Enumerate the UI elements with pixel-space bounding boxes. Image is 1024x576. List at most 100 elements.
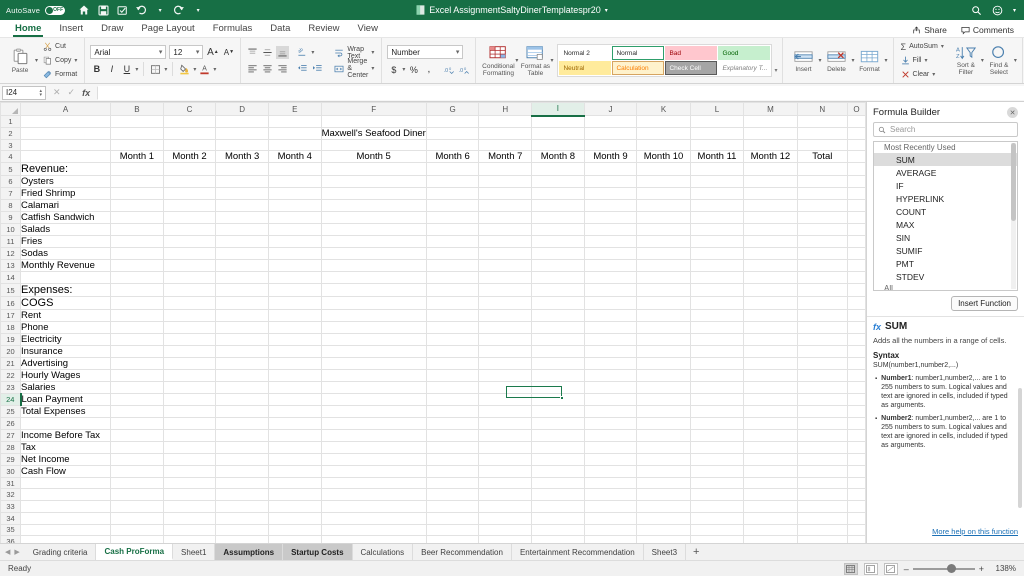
row-header-2[interactable]: 2 [0, 126, 22, 140]
cell-B11[interactable] [110, 235, 164, 249]
cell-K5[interactable] [636, 162, 691, 177]
cell-B10[interactable] [110, 223, 164, 237]
zoom-in-button[interactable]: + [979, 564, 984, 574]
cell-A30[interactable]: Cash Flow [20, 464, 112, 478]
cell-J23[interactable] [583, 381, 638, 395]
align-left-icon[interactable] [246, 62, 259, 75]
zoom-slider[interactable]: – + [904, 564, 984, 574]
cell-E6[interactable] [267, 175, 322, 189]
function-item-sin[interactable]: SIN [874, 231, 1017, 244]
ribbon-tab-review[interactable]: Review [299, 20, 348, 37]
cell-L3[interactable] [689, 138, 745, 152]
row-header-24[interactable]: 24 [0, 393, 22, 407]
row-header-19[interactable]: 19 [0, 333, 22, 347]
cell-N28[interactable] [796, 440, 848, 454]
cell-G29[interactable] [425, 452, 480, 466]
cell-N2[interactable] [796, 126, 848, 140]
cell-D28[interactable] [215, 440, 269, 454]
row-header-16[interactable]: 16 [0, 296, 22, 311]
cell-C22[interactable] [162, 369, 217, 383]
cell-E14[interactable] [267, 271, 322, 285]
row-header-12[interactable]: 12 [0, 247, 22, 261]
cell-E5[interactable] [267, 162, 322, 177]
conditional-formatting-dropdown-icon[interactable]: ▾ [515, 57, 518, 64]
row-header-25[interactable]: 25 [0, 405, 22, 419]
cell-B29[interactable] [110, 452, 164, 466]
fill-color-icon[interactable] [178, 63, 191, 76]
fill-button[interactable]: Fill ▾ [899, 55, 930, 67]
name-box-spinner[interactable]: ▴ ▾ [39, 88, 42, 97]
copy-dropdown-icon[interactable]: ▾ [74, 57, 77, 64]
cell-L34[interactable] [689, 511, 745, 525]
cell-E16[interactable] [267, 296, 322, 311]
cell-D13[interactable] [215, 259, 269, 273]
cell-M6[interactable] [743, 175, 798, 189]
cell-L11[interactable] [689, 235, 745, 249]
cell-F10[interactable] [320, 223, 427, 237]
cell-K25[interactable] [636, 405, 691, 419]
zoom-out-button[interactable]: – [904, 564, 909, 574]
redo-icon[interactable] [173, 4, 185, 16]
cell-M28[interactable] [743, 440, 798, 454]
cell-B24[interactable] [110, 393, 164, 407]
cell-I9[interactable] [531, 211, 585, 225]
cell-H2[interactable] [478, 126, 533, 140]
cell-C19[interactable] [162, 333, 217, 347]
cell-B12[interactable] [110, 247, 164, 261]
cell-G32[interactable] [425, 488, 480, 502]
column-header-j[interactable]: J [583, 102, 638, 116]
cell-D33[interactable] [215, 500, 269, 513]
function-item-max[interactable]: MAX [874, 218, 1017, 231]
cell-G2[interactable] [425, 126, 480, 140]
cell-F3[interactable] [320, 138, 427, 152]
cell-A15[interactable]: Expenses: [20, 283, 112, 298]
cell-H9[interactable] [478, 211, 533, 225]
row-header-7[interactable]: 7 [0, 187, 22, 201]
cell-style-normal[interactable]: Normal [612, 46, 665, 60]
cell-D26[interactable] [215, 417, 269, 430]
find-select-dropdown-icon[interactable]: ▾ [1014, 57, 1017, 64]
cell-J35[interactable] [583, 523, 638, 537]
cell-K8[interactable] [636, 199, 691, 213]
cell-O26[interactable] [846, 417, 866, 430]
sheet-tab-grading-criteria[interactable]: Grading criteria [24, 544, 97, 560]
cell-C1[interactable] [162, 115, 217, 128]
cell-L17[interactable] [689, 309, 745, 323]
row-header-27[interactable]: 27 [0, 428, 22, 442]
cell-K31[interactable] [636, 476, 691, 490]
cell-D7[interactable] [215, 187, 269, 201]
cell-K33[interactable] [636, 500, 691, 513]
cell-F4[interactable]: Month 5 [320, 150, 427, 164]
cell-O6[interactable] [846, 175, 866, 189]
cell-L35[interactable] [689, 523, 745, 537]
cell-B19[interactable] [110, 333, 164, 347]
page-layout-view-icon[interactable] [863, 562, 878, 575]
cell-B18[interactable] [110, 321, 164, 335]
save-icon[interactable] [97, 4, 109, 16]
cell-G27[interactable] [425, 428, 480, 442]
cell-C5[interactable] [162, 162, 217, 177]
cell-N5[interactable] [796, 162, 848, 177]
cell-H17[interactable] [478, 309, 533, 323]
column-header-f[interactable]: F [320, 102, 427, 116]
ribbon-tab-home[interactable]: Home [6, 20, 50, 37]
cell-E24[interactable] [267, 393, 322, 407]
cell-G21[interactable] [425, 357, 480, 371]
sheet-tab-entertainment-recommendation[interactable]: Entertainment Recommendation [511, 544, 644, 560]
cell-G30[interactable] [425, 464, 480, 478]
decrease-indent-icon[interactable] [296, 62, 309, 75]
clear-dropdown-icon[interactable]: ▾ [932, 71, 935, 78]
cell-G19[interactable] [425, 333, 480, 347]
row-header-31[interactable]: 31 [0, 476, 22, 490]
cell-B28[interactable] [110, 440, 164, 454]
cell-O5[interactable] [846, 162, 866, 177]
cell-L32[interactable] [689, 488, 745, 502]
cell-H12[interactable] [478, 247, 533, 261]
cell-M13[interactable] [743, 259, 798, 273]
cell-O7[interactable] [846, 187, 866, 201]
cell-C36[interactable] [162, 535, 217, 543]
cell-C8[interactable] [162, 199, 217, 213]
cell-H24[interactable] [478, 393, 533, 407]
cell-B21[interactable] [110, 357, 164, 371]
column-header-m[interactable]: M [743, 102, 798, 116]
